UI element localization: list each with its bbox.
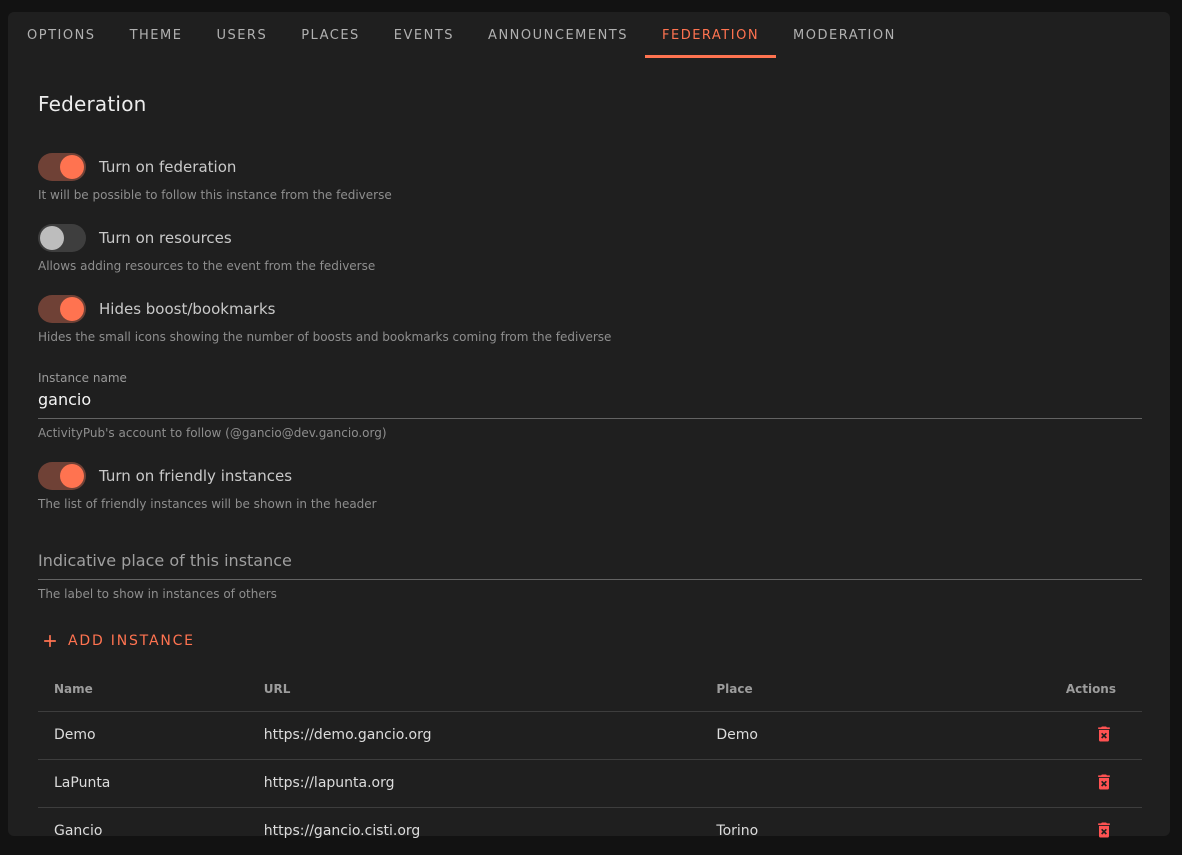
friendly-instances-toggle[interactable]: [38, 462, 86, 490]
friendly-instances-switch-block: Turn on friendly instances The list of f…: [38, 462, 1142, 511]
instance-name-hint: ActivityPub's account to follow (@gancio…: [38, 426, 1142, 440]
hide-boosts-toggle[interactable]: [38, 295, 86, 323]
hide-boosts-switch-block: Hides boost/bookmarks Hides the small ic…: [38, 295, 1142, 344]
tab-options[interactable]: OPTIONS: [10, 12, 113, 58]
trash-delete-icon: [1094, 828, 1114, 843]
friendly-instances-toggle-label: Turn on friendly instances: [99, 467, 292, 485]
federation-toggle-label: Turn on federation: [99, 158, 236, 176]
instance-place-cell: Demo: [700, 711, 1048, 759]
tab-federation[interactable]: FEDERATION: [645, 12, 776, 58]
instance-place-hint: The label to show in instances of others: [38, 587, 1142, 601]
instance-name-cell: Demo: [38, 711, 248, 759]
instance-place-cell: [700, 759, 1048, 807]
tab-users[interactable]: USERS: [199, 12, 284, 58]
instance-url-cell: https://gancio.cisti.org: [248, 807, 701, 855]
instance-name-cell: LaPunta: [38, 759, 248, 807]
delete-instance-button[interactable]: [1092, 818, 1116, 842]
instance-name-input[interactable]: [38, 386, 1142, 419]
federation-toggle[interactable]: [38, 153, 86, 181]
column-header-actions: Actions: [1048, 667, 1142, 711]
admin-settings-card: OPTIONS THEME USERS PLACES EVENTS ANNOUN…: [8, 12, 1170, 836]
federation-switch-block: Turn on federation It will be possible t…: [38, 153, 1142, 202]
admin-tabs: OPTIONS THEME USERS PLACES EVENTS ANNOUN…: [8, 12, 1170, 58]
instance-url-cell: https://demo.gancio.org: [248, 711, 701, 759]
friendly-instances-toggle-hint: The list of friendly instances will be s…: [38, 497, 1142, 511]
add-instance-button[interactable]: ADD INSTANCE: [38, 629, 201, 653]
instance-url-cell: https://lapunta.org: [248, 759, 701, 807]
hide-boosts-toggle-label: Hides boost/bookmarks: [99, 300, 275, 318]
table-row: Demo https://demo.gancio.org Demo: [38, 711, 1142, 759]
resources-toggle-hint: Allows adding resources to the event fro…: [38, 259, 1142, 273]
tab-places[interactable]: PLACES: [284, 12, 377, 58]
column-header-name: Name: [38, 667, 248, 711]
column-header-url: URL: [248, 667, 701, 711]
plus-icon: [40, 631, 60, 651]
toggle-thumb: [40, 226, 64, 250]
page-title: Federation: [38, 92, 1142, 116]
federation-settings: Federation Turn on federation It will be…: [8, 92, 1170, 855]
instance-name-label: Instance name: [38, 371, 127, 385]
toggle-thumb: [60, 297, 84, 321]
trash-delete-icon: [1094, 732, 1114, 747]
table-row: Gancio https://gancio.cisti.org Torino: [38, 807, 1142, 855]
table-row: LaPunta https://lapunta.org: [38, 759, 1142, 807]
toggle-thumb: [60, 155, 84, 179]
instance-place-input[interactable]: [38, 547, 1142, 580]
resources-toggle[interactable]: [38, 224, 86, 252]
resources-switch-block: Turn on resources Allows adding resource…: [38, 224, 1142, 273]
tab-theme[interactable]: THEME: [113, 12, 200, 58]
instance-name-cell: Gancio: [38, 807, 248, 855]
add-instance-label: ADD INSTANCE: [68, 633, 195, 649]
hide-boosts-toggle-hint: Hides the small icons showing the number…: [38, 330, 1142, 344]
instance-place-field-block: The label to show in instances of others: [38, 547, 1142, 601]
tab-moderation[interactable]: MODERATION: [776, 12, 913, 58]
instance-name-field-block: Instance name ActivityPub's account to f…: [38, 367, 1142, 440]
delete-instance-button[interactable]: [1092, 770, 1116, 794]
tab-announcements[interactable]: ANNOUNCEMENTS: [471, 12, 645, 58]
federation-toggle-hint: It will be possible to follow this insta…: [38, 188, 1142, 202]
table-header-row: Name URL Place Actions: [38, 667, 1142, 711]
trash-delete-icon: [1094, 780, 1114, 795]
resources-toggle-label: Turn on resources: [99, 229, 232, 247]
delete-instance-button[interactable]: [1092, 722, 1116, 746]
toggle-thumb: [60, 464, 84, 488]
instance-place-cell: Torino: [700, 807, 1048, 855]
friendly-instances-table: Name URL Place Actions Demo https://demo…: [38, 667, 1142, 855]
column-header-place: Place: [700, 667, 1048, 711]
tab-events[interactable]: EVENTS: [377, 12, 471, 58]
